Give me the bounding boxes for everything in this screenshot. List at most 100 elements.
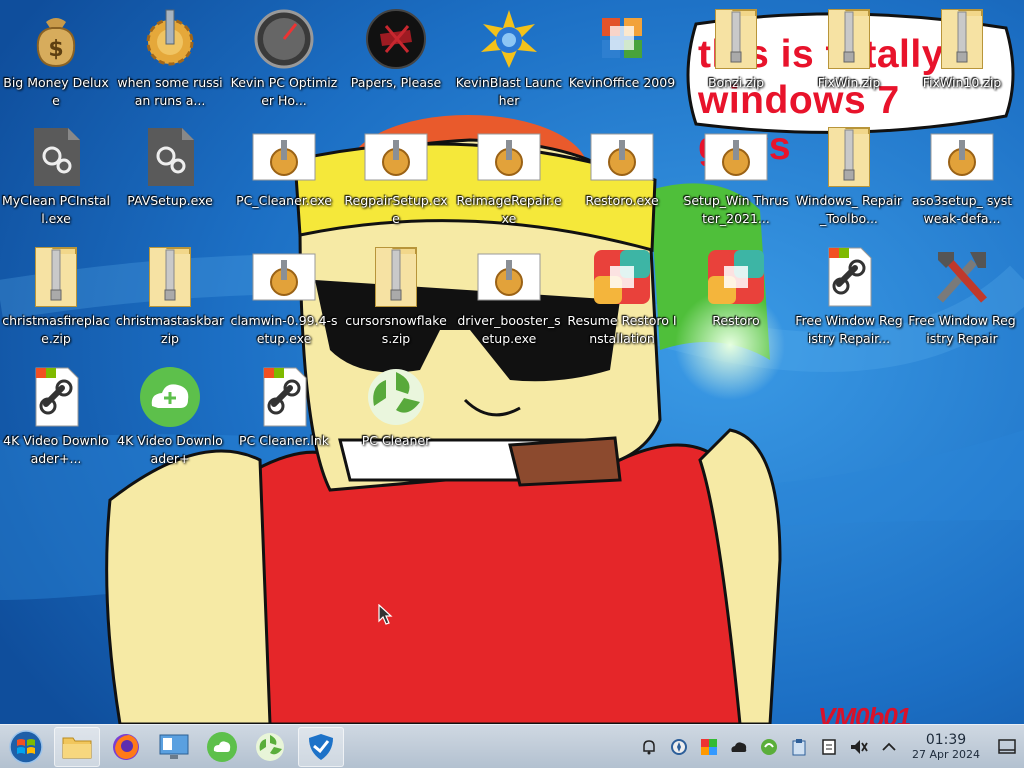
zip-folder-icon	[364, 246, 428, 308]
desktop-icon-label: PC Cleaner.lnk	[238, 433, 329, 448]
installer-icon	[477, 126, 541, 188]
desktop-icon-label: Big Money Deluxe	[3, 75, 109, 108]
desktop-icon[interactable]: PC Cleaner.lnk	[228, 360, 340, 478]
desktop-icon[interactable]: Windows_ Repair_Toolbo...	[793, 120, 905, 238]
clock-date: 27 Apr 2024	[911, 748, 980, 761]
file-manager-task[interactable]	[54, 726, 100, 767]
4k-downloader-task[interactable]	[200, 726, 244, 768]
installer-icon	[930, 126, 994, 188]
notes-icon[interactable]	[814, 732, 844, 762]
zip-folder-icon	[817, 8, 881, 70]
svg-text:$: $	[48, 37, 63, 62]
office-icon	[590, 8, 654, 70]
desktop-icon[interactable]: PAVSetup.exe	[114, 120, 226, 238]
desktop-icon[interactable]: $ Big Money Deluxe	[0, 2, 112, 120]
bell-icon[interactable]	[634, 732, 664, 762]
windows-orb-icon	[9, 729, 43, 764]
desktop-icon-label: Free Window Registry Repair	[908, 313, 1016, 346]
desktop-icon[interactable]: Bonzi.zip	[680, 2, 792, 120]
desktop-icon[interactable]: Kevin PC Optimizer Ho...	[228, 2, 340, 120]
firefox-icon	[113, 733, 139, 760]
desktop-icon-label: KevinBlast Launcher	[455, 75, 563, 108]
start-button[interactable]	[4, 726, 48, 768]
installer-icon	[364, 126, 428, 188]
pc-cleaner-task[interactable]	[248, 726, 292, 768]
desktop-icon-label: clamwin-0.99.4-setup.exe	[230, 313, 338, 346]
show-desktop-button[interactable]	[990, 725, 1024, 768]
money-bag-icon: $	[24, 8, 88, 70]
mute-icon[interactable]	[844, 732, 874, 762]
desktop-icon[interactable]: driver_booster_setup.exe	[453, 240, 565, 358]
pc-cleaner-icon	[364, 366, 428, 428]
desktop-icon[interactable]: 4K Video Downloader+...	[0, 360, 112, 478]
firefox-task[interactable]	[104, 726, 148, 768]
desktop-icon[interactable]: FixWin10.zip	[906, 2, 1018, 120]
desktop-icon-label: PC_Cleaner.exe	[236, 193, 332, 208]
zip-folder-icon	[24, 246, 88, 308]
desktop-icon[interactable]: Papers, Please	[340, 2, 452, 120]
green-recycle-icon[interactable]	[754, 732, 784, 762]
zip-folder-icon	[138, 246, 202, 308]
antivirus-task[interactable]	[298, 726, 344, 767]
desktop-icon-label: RegpairSetup.exe	[344, 193, 448, 226]
show-desktop-icon	[998, 739, 1016, 754]
desktop-icon-label: when some russian runs a...	[117, 75, 223, 108]
desktop-icon-label: 4K Video Downloader+	[117, 433, 223, 466]
cloud-icon[interactable]	[724, 732, 754, 762]
desktop-icon[interactable]: KevinOffice 2009	[566, 2, 678, 120]
desktop-icon[interactable]: clamwin-0.99.4-setup.exe	[228, 240, 340, 358]
desktop-icon-label: MyClean PCInstall.exe	[1, 193, 111, 226]
desktop-icon[interactable]: PC_Cleaner.exe	[228, 120, 340, 238]
desktop-icon[interactable]: 4K Video Downloader+	[114, 360, 226, 478]
folder-icon	[62, 737, 92, 758]
gear-icon	[138, 8, 202, 70]
desktop-icon-label: Kevin PC Optimizer Ho...	[230, 75, 338, 108]
shortcut-link-icon	[252, 366, 316, 428]
installer-icon	[590, 126, 654, 188]
desktop-icon[interactable]: PC Cleaner	[340, 360, 452, 478]
zip-folder-icon	[817, 126, 881, 188]
desktop-icon-label: Bonzi.zip	[707, 75, 765, 90]
desktop-icon[interactable]: Restoro	[680, 240, 792, 358]
pc-cleaner-icon	[256, 732, 284, 761]
desktop-icon[interactable]: christmasfireplace.zip	[0, 240, 112, 358]
desktop-icon-label: driver_booster_setup.exe	[457, 313, 561, 346]
desktop-icon-label: christmasfireplace.zip	[2, 313, 110, 346]
control-panel-task[interactable]	[152, 726, 196, 768]
desktop-icon-label: Restoro.exe	[585, 193, 659, 208]
desktop-icon[interactable]: christmastaskbarzip	[114, 240, 226, 358]
desktop-icon[interactable]: MyClean PCInstall.exe	[0, 120, 112, 238]
clock[interactable]: 01:39 27 Apr 2024	[908, 732, 984, 762]
papers-please-icon	[364, 8, 428, 70]
desktop-icon-label: PAVSetup.exe	[127, 193, 213, 208]
desktop-icon-label: FixWin10.zip	[922, 75, 1002, 90]
desktop-icon[interactable]: aso3setup_ systweak-defa...	[906, 120, 1018, 238]
desktop-icon-label: christmastaskbarzip	[115, 313, 225, 346]
desktop-icon[interactable]: Resume Restoro Installation	[566, 240, 678, 358]
desktop-icon[interactable]: ReimageRepair.exe	[453, 120, 565, 238]
color-square-icon[interactable]	[694, 732, 724, 762]
desktop-icon[interactable]: when some russian runs a...	[114, 2, 226, 120]
desktop-icon[interactable]: Setup_Win Thruster_2021...	[680, 120, 792, 238]
desktop-icon[interactable]: KevinBlast Launcher	[453, 2, 565, 120]
desktop-icon-label: Restoro	[712, 313, 760, 328]
desktop-icon[interactable]: Free Window Registry Repair...	[793, 240, 905, 358]
desktop-icon[interactable]: Free Window Registry Repair	[906, 240, 1018, 358]
clipboard-icon[interactable]	[784, 732, 814, 762]
zip-folder-icon	[930, 8, 994, 70]
desktop-icon-label: FixWin.zip	[817, 75, 881, 90]
desktop-icon[interactable]: RegpairSetup.exe	[340, 120, 452, 238]
installer-icon	[252, 246, 316, 308]
desktop-icon[interactable]: cursorsnowflakes.zip	[340, 240, 452, 358]
desktop-icon[interactable]: Restoro.exe	[566, 120, 678, 238]
desktop-icon-label: ReimageRepair.exe	[456, 193, 562, 226]
exe-settings-icon	[138, 126, 202, 188]
monitor-icon	[159, 734, 189, 759]
compass-icon[interactable]	[664, 732, 694, 762]
desktop-icon[interactable]: FixWin.zip	[793, 2, 905, 120]
clock-time: 01:39	[925, 732, 967, 748]
taskbar: 01:39 27 Apr 2024	[0, 724, 1024, 768]
chevron-up-icon[interactable]	[874, 732, 904, 762]
desktop-icon-label: KevinOffice 2009	[568, 75, 676, 90]
cloud-download-icon	[207, 731, 237, 762]
